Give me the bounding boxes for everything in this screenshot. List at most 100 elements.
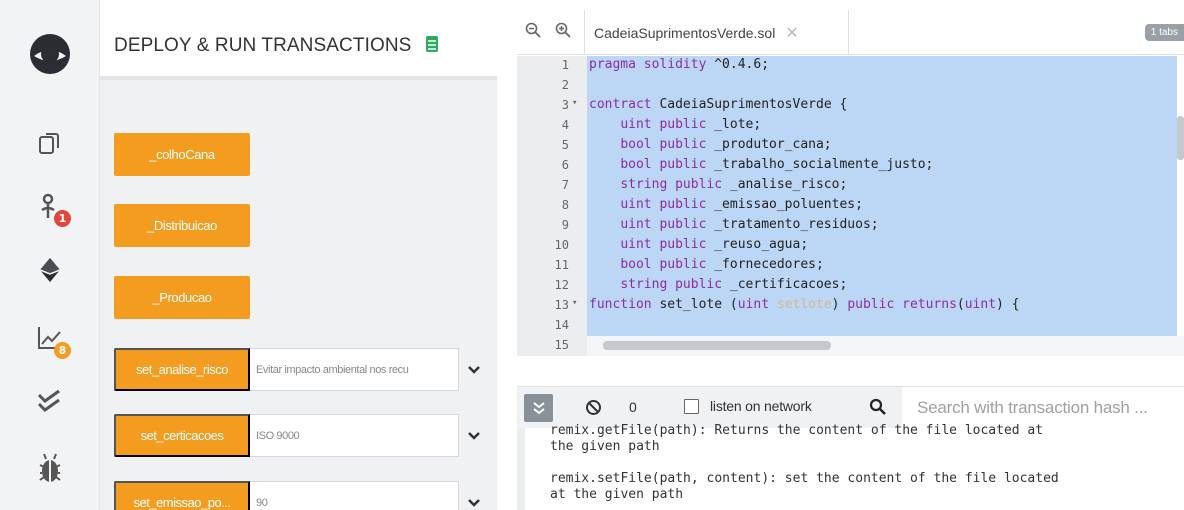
code-text: bool public _fornecedores; [589, 257, 824, 272]
code-token: _reuso_agua; [714, 237, 809, 252]
code-line[interactable]: 10 uint public _reuso_agua; [517, 236, 1184, 256]
code-token: bool public [620, 257, 715, 272]
tab-cadeia-suprimentos-verde[interactable]: CadeiaSuprimentosVerde.sol ✕ [584, 10, 849, 55]
code-token: ) { [996, 297, 1020, 312]
vertical-scrollbar[interactable] [1177, 116, 1184, 160]
code-token: bool public [620, 157, 715, 172]
code-token: CadeiaSuprimentosVerde { [659, 97, 848, 112]
code-area[interactable]: 1 pragma solidity ^0.4.6; 2 3 ▾ contract Cade… [517, 56, 1184, 356]
plugin-manager-icon[interactable]: 1 [0, 188, 100, 228]
code-token: _certificacoes; [729, 277, 848, 292]
code-text: uint public _emissao_poluentes; [589, 197, 863, 212]
code-token: string public [620, 177, 730, 192]
line-number: 8 [561, 198, 569, 212]
code-line[interactable]: 4 uint public _lote; [517, 116, 1184, 136]
code-line[interactable]: 6 bool public _trabalho_socialmente_just… [517, 156, 1184, 176]
set-certicacoes-button[interactable]: set_certicacoes [114, 414, 250, 457]
code-line[interactable]: 7 string public _analise_risco; [517, 176, 1184, 196]
code-line[interactable]: 11 bool public _fornecedores; [517, 256, 1184, 276]
fold-toggle-icon[interactable]: ▾ [572, 98, 577, 108]
fold-toggle-icon[interactable]: ▾ [572, 298, 577, 308]
line-number: 6 [561, 158, 569, 172]
scrollbar-thumb[interactable] [603, 341, 831, 350]
terminal-output: remix.getFile(path): Returns the content… [517, 423, 1184, 510]
line-number: 3 [561, 98, 569, 112]
code-text: pragma solidity ^0.4.6; [589, 57, 769, 72]
search-icon[interactable] [869, 398, 887, 421]
deploy-run-icon[interactable] [0, 252, 100, 288]
code-token: ) [831, 297, 848, 312]
set-certicacoes-input[interactable]: ISO 9000 [250, 414, 459, 457]
line-number: 2 [561, 78, 569, 92]
code-line[interactable]: 2 [517, 76, 1184, 96]
code-token: _analise_risco; [729, 177, 848, 192]
colhocana-button[interactable]: _colhoCana [114, 133, 250, 176]
zoom-out-icon[interactable] [525, 22, 541, 43]
code-token: pragma solidity [589, 57, 715, 72]
code-text: function set_lote (uint setlote) public … [589, 297, 1020, 312]
line-number: 9 [561, 218, 569, 232]
line-number: 1 [561, 58, 569, 72]
panel-title: DEPLOY & RUN TRANSACTIONS [114, 35, 439, 59]
set-analise-risco-button[interactable]: set_analise_risco [114, 348, 250, 391]
code-line[interactable]: 12 string public _certificacoes; [517, 276, 1184, 296]
code-token: set_lote ( [659, 297, 738, 312]
icon-rail: 1 8 [0, 0, 100, 510]
docs-icon[interactable] [425, 35, 439, 59]
file-explorer-icon[interactable] [0, 126, 100, 162]
code-line[interactable]: 8 uint public _emissao_poluentes; [517, 196, 1184, 216]
code-line[interactable]: 3 ▾ contract CadeiaSuprimentosVerde { [517, 96, 1184, 116]
set-certicacoes-row: set_certicacoes ISO 9000 [114, 414, 488, 457]
line-number: 10 [554, 238, 569, 252]
code-token: _emissao_poluentes; [714, 197, 863, 212]
code-line[interactable]: 5 bool public _produtor_cana; [517, 136, 1184, 156]
clear-console-icon[interactable] [585, 399, 602, 421]
analysis-icon[interactable]: 8 [0, 318, 100, 359]
set-analise-risco-row: set_analise_risco Evitar impacto ambient… [114, 348, 488, 391]
code-token: _fornecedores; [714, 257, 824, 272]
code-line[interactable]: 14 [517, 316, 1184, 336]
debugger-icon[interactable] [0, 446, 100, 490]
code-token: ( [956, 297, 965, 312]
terminal-line: at the given path [550, 487, 684, 502]
line-number: 14 [554, 318, 569, 332]
distribuicao-button[interactable]: _Distribuicao [114, 204, 250, 247]
producao-button[interactable]: _Producao [114, 276, 250, 319]
line-number: 13 [554, 298, 569, 312]
set-emissao-poluentes-button[interactable]: set_emissao_po... [114, 481, 250, 510]
chevron-down-icon[interactable] [459, 481, 488, 510]
line-number: 7 [561, 178, 569, 192]
set-analise-risco-input[interactable]: Evitar impacto ambiental nos recu [250, 348, 459, 391]
close-icon[interactable]: ✕ [785, 23, 798, 43]
terminal-scrollbar[interactable] [517, 428, 525, 510]
plugin-badge: 1 [54, 210, 71, 227]
line-number: 5 [561, 138, 569, 152]
zoom-in-icon[interactable] [555, 22, 571, 43]
tabs-count-badge: 1 tabs [1144, 24, 1184, 41]
code-line[interactable]: 13 ▾ function set_lote (uint setlote) publ… [517, 296, 1184, 316]
deploy-panel: DEPLOY & RUN TRANSACTIONS _colhoCana _Di… [100, 0, 508, 510]
terminal-line: remix.setFile(path, content): set the co… [550, 471, 1059, 486]
terminal-line: remix.getFile(path): Returns the content… [550, 423, 1044, 438]
line-number: 4 [561, 118, 569, 132]
set-emissao-poluentes-row: set_emissao_po... 90 [114, 481, 488, 510]
chevron-down-icon[interactable] [459, 414, 488, 457]
collapse-terminal-button[interactable] [524, 394, 553, 422]
code-text: bool public _produtor_cana; [589, 137, 831, 152]
horizontal-scrollbar[interactable] [587, 336, 1184, 356]
set-emissao-poluentes-input[interactable]: 90 [250, 481, 459, 510]
code-line[interactable]: 1 pragma solidity ^0.4.6; [517, 56, 1184, 76]
chevron-down-icon[interactable] [459, 348, 488, 391]
code-line[interactable]: 9 uint public _tratamento_residuos; [517, 216, 1184, 236]
code-token: uint public [620, 237, 715, 252]
listen-network-checkbox[interactable] [684, 399, 699, 414]
remix-logo-icon[interactable] [0, 24, 100, 84]
code-text: bool public _trabalho_socialmente_justo; [589, 157, 933, 172]
testing-icon[interactable] [0, 384, 100, 420]
code-token: public returns [847, 297, 957, 312]
